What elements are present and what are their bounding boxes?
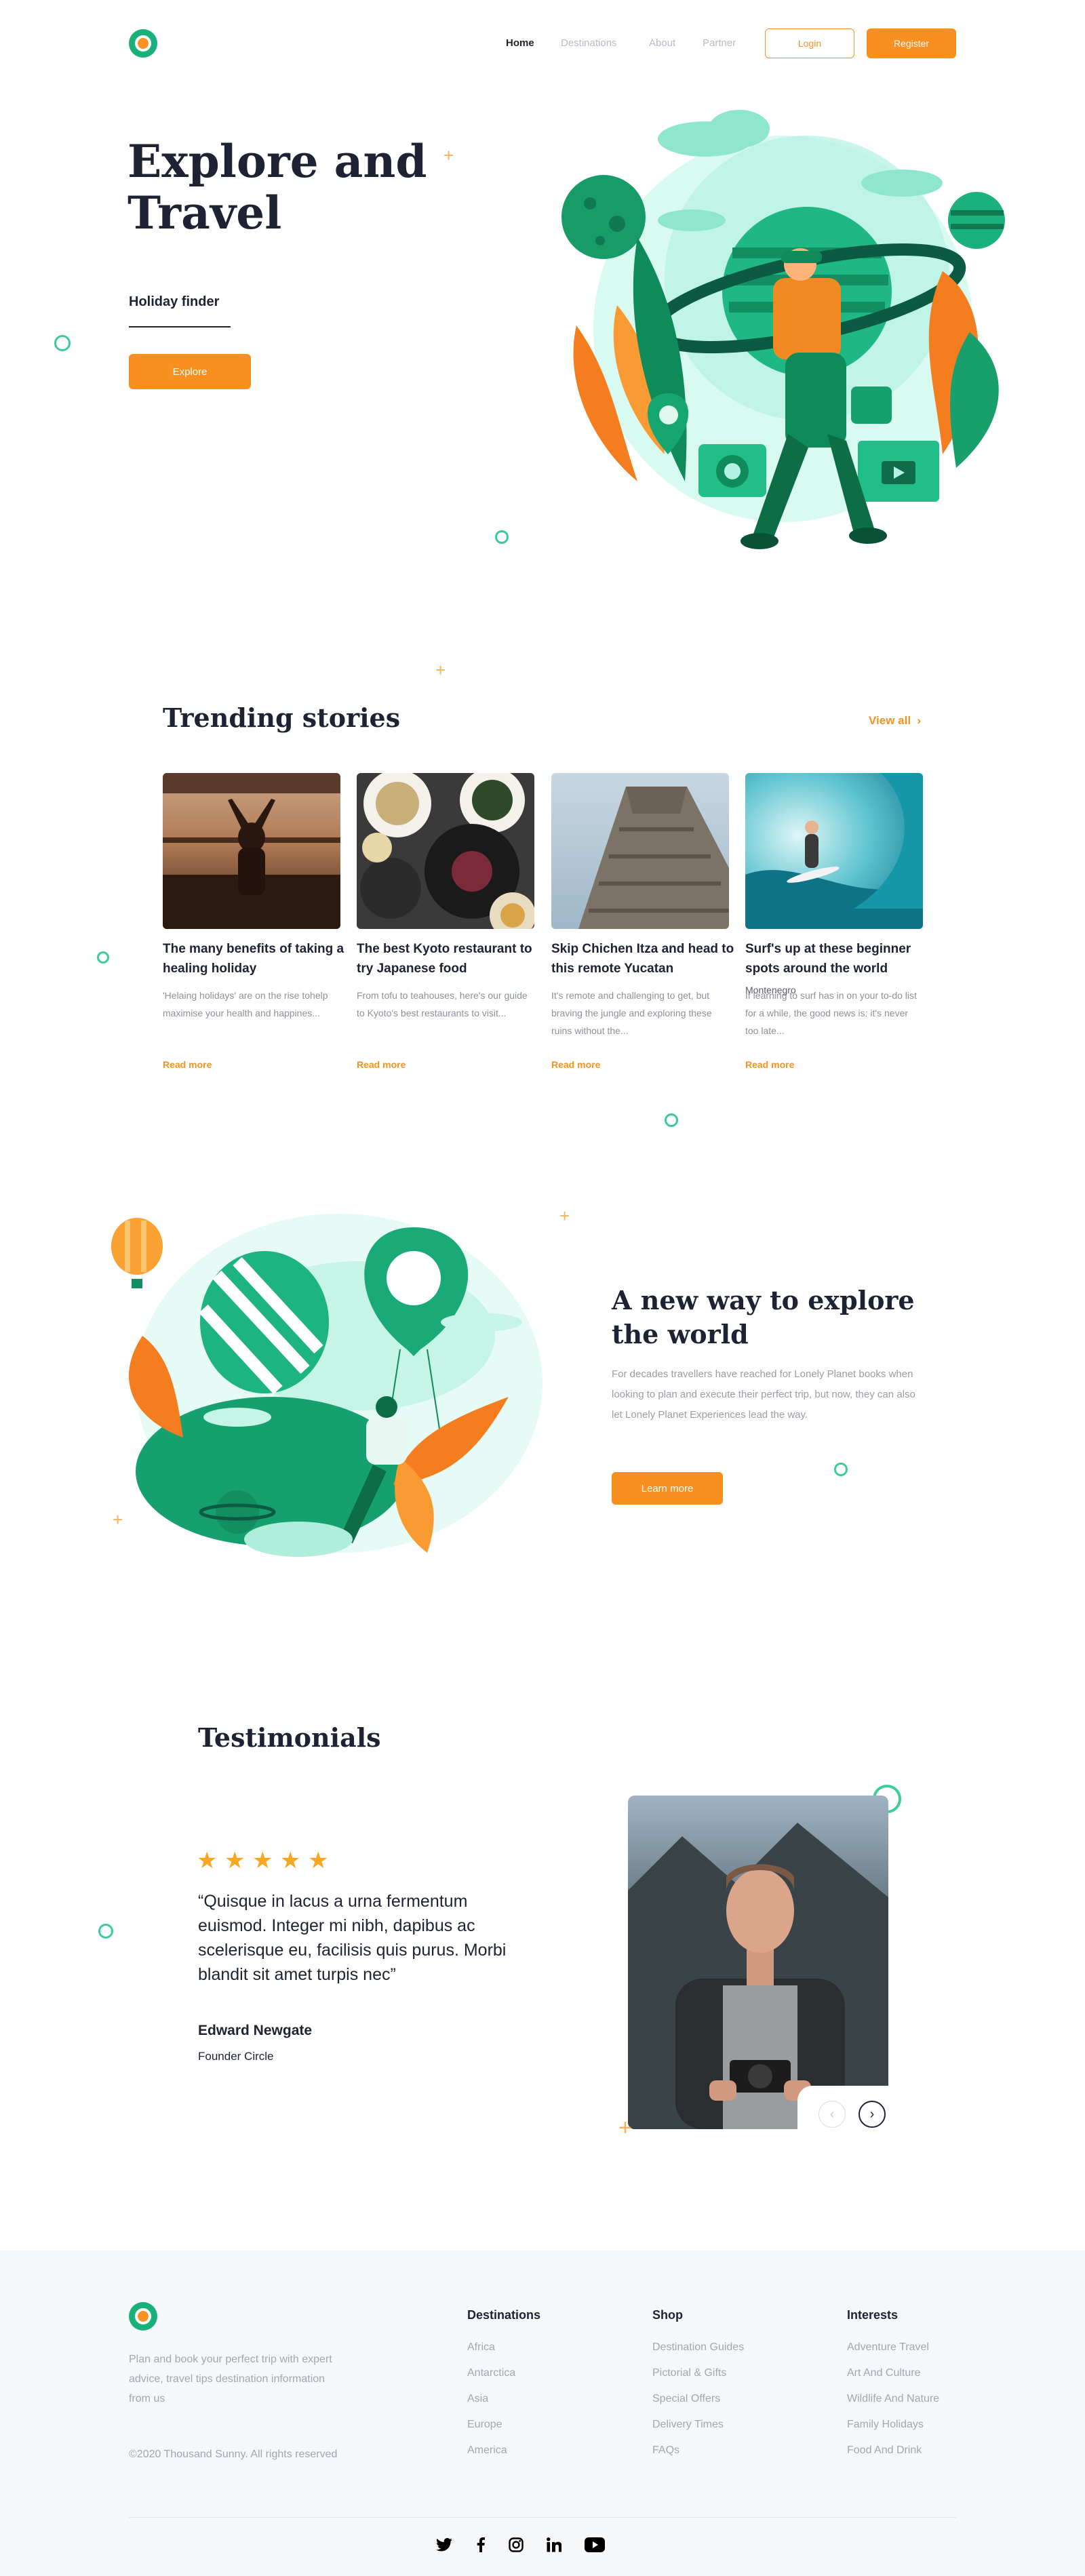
holiday-finder-label[interactable]: Holiday finder [129,294,219,310]
footer-link[interactable]: Family Holidays [847,2419,924,2431]
portrait-photo [628,1796,888,2129]
location-tooltip: Montenegro [745,985,796,995]
footer-link[interactable]: Art And Culture [847,2367,921,2379]
feature-title: A new way to explore the world [612,1285,915,1349]
nav-home[interactable]: Home [506,37,534,49]
footer-logo[interactable] [129,2302,157,2331]
instagram-icon[interactable] [507,2535,526,2554]
hero-title-line1: Explore and [127,135,427,188]
learn-more-button[interactable]: Learn more [612,1472,723,1505]
footer-link[interactable]: America [467,2444,507,2457]
story-excerpt: It's remote and challenging to get, but … [551,990,712,1036]
read-more-link[interactable]: Read more [357,1059,406,1070]
decor-ring [495,530,509,544]
testimonial-quote: “Quisque in lacus a urna fermentum euism… [198,1892,507,1984]
testimonial-author: Edward Newgate [198,2023,313,2038]
decor-ring [834,1463,848,1476]
footer-link[interactable]: FAQs [652,2444,679,2457]
register-button[interactable]: Register [867,28,956,58]
footer-link[interactable]: Africa [467,2341,495,2354]
read-more-link[interactable]: Read more [745,1059,794,1070]
hero-title: Explore and Travel [127,136,427,239]
feature-description: For decades travellers have reached for … [612,1368,915,1421]
footer-heading-interests: Interests [847,2308,899,2322]
story-excerpt: 'Helaing holidays' are on the rise tohel… [163,990,328,1018]
login-button[interactable]: Login [765,28,854,58]
story-image-yucatan[interactable] [551,773,729,929]
footer-link[interactable]: Special Offers [652,2393,720,2405]
balloon-illustration [111,1214,542,1557]
chevron-left-icon: ‹ [829,2106,835,2122]
testimonials-title: Testimonials [198,1722,381,1753]
footer-divider [129,2517,956,2518]
pyramid-photo [551,773,729,929]
hero-title-line2: Travel [127,186,282,239]
decor-plus: + [443,145,454,165]
logo[interactable] [129,29,157,58]
next-arrow-button[interactable]: › [859,2101,886,2128]
youtube-icon[interactable] [583,2535,606,2554]
story-image-kyoto[interactable] [357,773,534,929]
view-all-link[interactable]: View all › [869,714,921,728]
decor-plus: + [559,1206,570,1226]
copyright: ©2020 Thousand Sunny. All rights reserve… [129,2449,338,2460]
yoga-photo [163,773,340,929]
footer-about: Plan and book your perfect trip with exp… [129,2354,332,2404]
story-image-surf[interactable] [745,773,923,929]
decor-ring [97,951,109,964]
footer-link[interactable]: Adventure Travel [847,2341,929,2354]
star-icon: ★ [252,1848,273,1874]
footer-heading-destinations: Destinations [467,2308,541,2322]
star-icon: ★ [280,1848,301,1874]
explore-button[interactable]: Explore [129,354,251,389]
read-more-link[interactable]: Read more [551,1059,600,1070]
carousel-controls: ‹ › [797,2086,888,2147]
footer-link[interactable]: Antarctica [467,2367,515,2379]
trending-title: Trending stories [163,702,401,733]
footer-link[interactable]: Pictorial & Gifts [652,2367,726,2379]
decor-plus: + [113,1509,123,1530]
footer-link[interactable]: Food And Drink [847,2444,922,2457]
footer: Plan and book your perfect trip with exp… [0,2251,1085,2576]
footer-link[interactable]: Wildlife And Nature [847,2393,939,2405]
read-more-link[interactable]: Read more [163,1059,212,1070]
holiday-finder-underline [129,326,231,328]
story-image-healing[interactable] [163,773,340,929]
footer-link[interactable]: Destination Guides [652,2341,744,2354]
nav-partner[interactable]: Partner [703,37,736,49]
decor-plus: + [435,660,446,680]
nav-destinations[interactable]: Destinations [561,37,617,49]
star-icon: ★ [224,1848,245,1874]
food-photo [357,773,534,929]
prev-arrow-button[interactable]: ‹ [818,2101,846,2128]
testimonial-photo [628,1796,888,2129]
view-all-label: View all [869,714,911,727]
footer-link[interactable]: Delivery Times [652,2419,724,2431]
chevron-right-icon: › [869,2106,875,2122]
testimonial-role: Founder Circle [198,2050,274,2063]
decor-ring [98,1924,113,1939]
decor-ring [54,335,71,351]
chevron-right-icon: › [913,714,922,727]
footer-link[interactable]: Europe [467,2419,502,2431]
decor-plus: + [618,2115,632,2141]
facebook-icon[interactable] [471,2535,490,2554]
decor-ring [665,1113,678,1127]
footer-link[interactable]: Asia [467,2393,488,2405]
story-excerpt: From tofu to teahouses, here's our guide… [357,990,528,1018]
story-title[interactable]: The many benefits of taking a healing ho… [163,939,346,978]
twitter-icon[interactable] [435,2535,454,2554]
star-icon: ★ [308,1848,329,1874]
story-title[interactable]: The best Kyoto restaurant to try Japanes… [357,939,540,978]
hero-illustration [561,110,1005,549]
footer-heading-shop: Shop [652,2308,683,2322]
story-title[interactable]: Skip Chichen Itza and head to this remot… [551,939,734,978]
linkedin-icon[interactable] [545,2535,564,2554]
surf-photo [745,773,923,929]
nav-about[interactable]: About [649,37,675,49]
story-title[interactable]: Surf's up at these beginner spots around… [745,939,928,978]
star-icon: ★ [197,1848,218,1874]
